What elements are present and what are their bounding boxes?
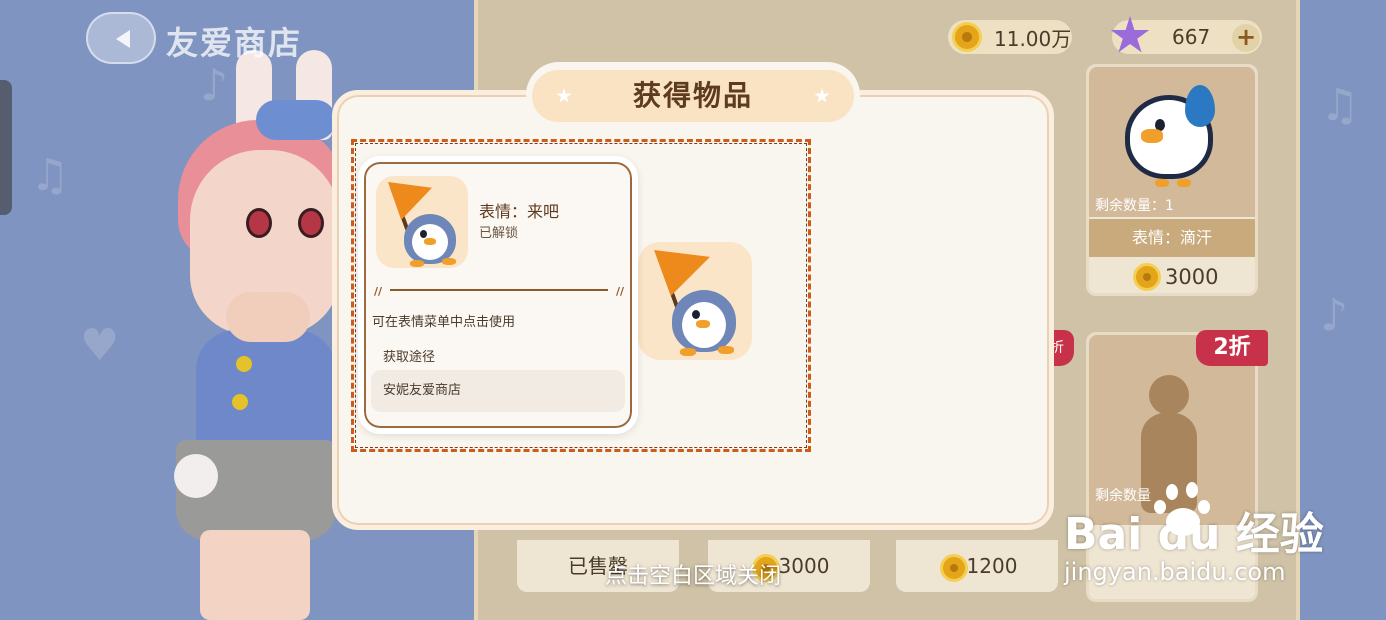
discount-badge: 2折 bbox=[1196, 330, 1268, 366]
silhouette-icon bbox=[1149, 375, 1189, 415]
bunny-charm-icon bbox=[174, 454, 218, 498]
character-eye bbox=[298, 208, 324, 238]
shop-title: 友爱商店 bbox=[166, 24, 303, 62]
character-eye bbox=[246, 208, 272, 238]
annotation-highlight-box bbox=[351, 139, 811, 452]
coin-balance-value: 11.00万 bbox=[994, 26, 1072, 51]
music-note-icon: ♪ bbox=[1320, 290, 1349, 341]
music-note-icon: ♫ bbox=[30, 150, 70, 201]
item-price: 3000 bbox=[1165, 265, 1219, 289]
character-button bbox=[232, 394, 248, 410]
side-drawer-handle[interactable] bbox=[0, 80, 12, 215]
add-stars-button[interactable]: + bbox=[1232, 24, 1260, 52]
star-balance-value: 667 bbox=[1172, 25, 1211, 49]
shop-item-card[interactable]: 剩余数量：1 表情：滴汗 3000 bbox=[1086, 64, 1258, 296]
paw-icon bbox=[1152, 480, 1214, 542]
heart-icon: ♥ bbox=[80, 320, 120, 371]
coin-icon bbox=[952, 22, 982, 52]
modal-title: 获得物品 bbox=[532, 70, 854, 122]
item-label: 表情：滴汗 bbox=[1089, 219, 1255, 257]
character-button bbox=[236, 356, 252, 372]
music-note-icon: ♫ bbox=[1320, 80, 1360, 131]
coin-icon bbox=[1133, 263, 1161, 291]
remaining-quantity: 剩余数量：1 bbox=[1095, 198, 1174, 214]
character-bow bbox=[256, 100, 336, 140]
music-note-icon: ♪ bbox=[200, 60, 229, 111]
back-button[interactable] bbox=[86, 12, 156, 64]
watermark-url: jingyan.baidu.com bbox=[1064, 558, 1286, 586]
character-heart-hands bbox=[226, 292, 310, 342]
